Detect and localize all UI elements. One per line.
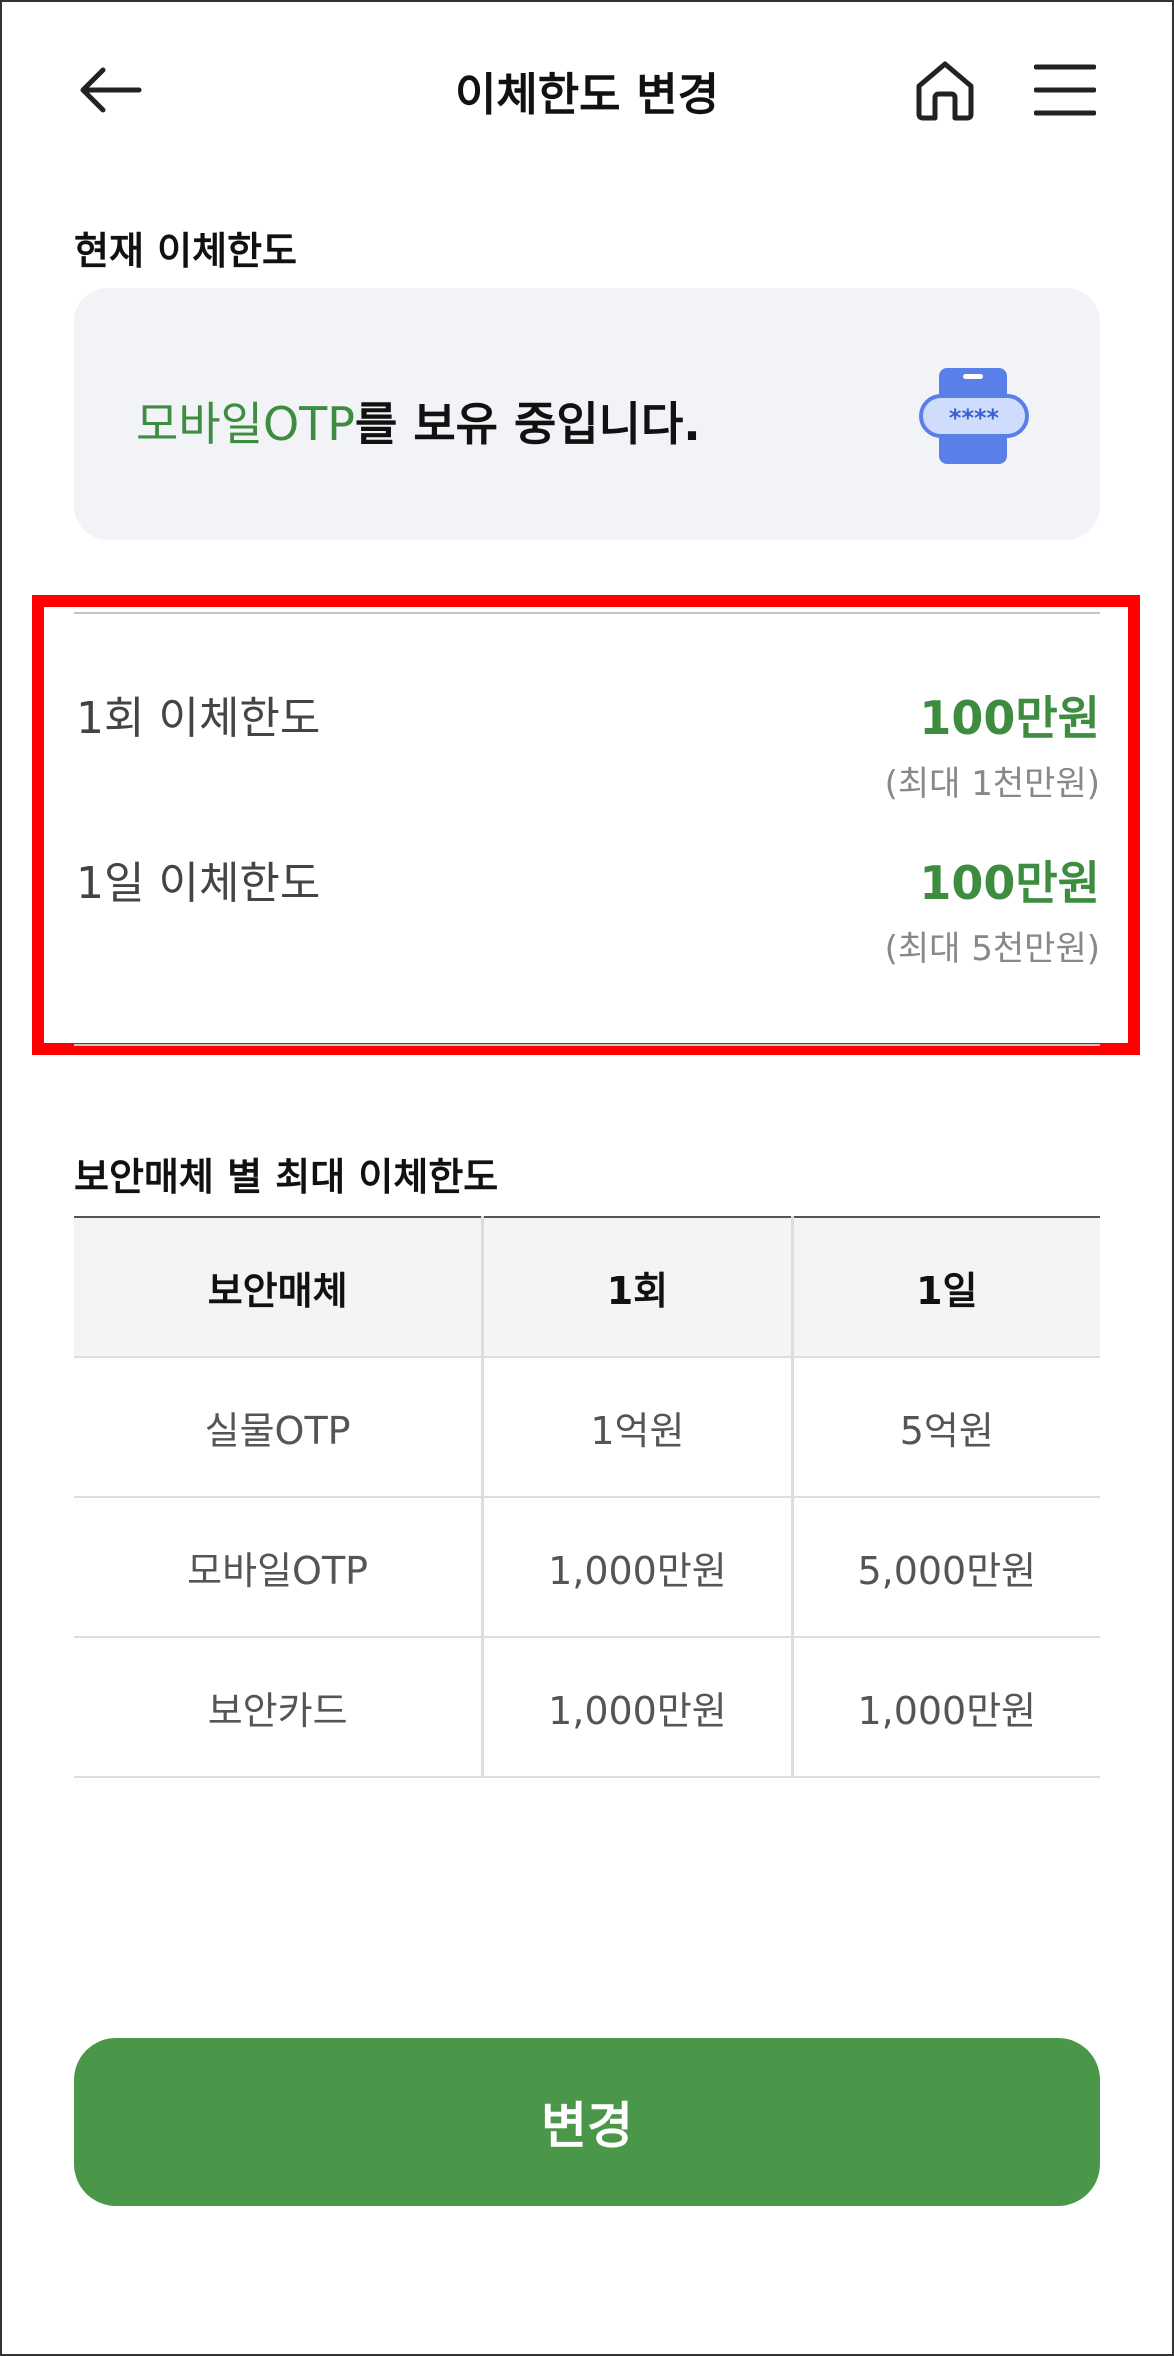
per-transfer-limit-value: 100만원 bbox=[919, 691, 1100, 745]
table-row: 보안카드 1,000만원 1,000만원 bbox=[74, 1637, 1100, 1778]
table-cell: 실물OTP bbox=[74, 1357, 483, 1498]
otp-type-highlight: 모바일OTP bbox=[136, 397, 356, 451]
page-title: 이체한도 변경 bbox=[454, 68, 720, 121]
table-cell: 5,000만원 bbox=[790, 1497, 1100, 1638]
menu-button[interactable] bbox=[1025, 50, 1105, 130]
table-cell: 보안카드 bbox=[74, 1637, 483, 1778]
table-row: 모바일OTP 1,000만원 5,000만원 bbox=[74, 1497, 1100, 1638]
table-cell: 1,000만원 bbox=[790, 1637, 1100, 1778]
media-table-heading: 보안매체 별 최대 이체한도 bbox=[74, 1155, 499, 1199]
home-button[interactable] bbox=[905, 50, 985, 130]
current-limit-heading: 현재 이체한도 bbox=[74, 229, 297, 273]
table-header-cell: 1일 bbox=[790, 1217, 1100, 1358]
mobile-otp-icon: **** bbox=[919, 368, 1029, 464]
svg-text:****: **** bbox=[949, 404, 1000, 432]
otp-status-suffix: 를 보유 중입니다. bbox=[355, 397, 701, 451]
table-cell: 1,000만원 bbox=[481, 1637, 793, 1778]
current-limit-list: 1회 이체한도 100만원 (최대 1천만원) 1일 이체한도 100만원 (최… bbox=[74, 612, 1100, 1046]
hamburger-menu-icon bbox=[1034, 64, 1096, 116]
otp-status-card: 모바일OTP를 보유 중입니다. **** bbox=[74, 288, 1100, 540]
daily-limit-value: 100만원 bbox=[919, 856, 1100, 910]
per-transfer-limit-label: 1회 이체한도 bbox=[76, 693, 321, 744]
daily-limit-label: 1일 이체한도 bbox=[76, 858, 321, 909]
per-transfer-limit-max: (최대 1천만원) bbox=[884, 764, 1100, 804]
table-header-row: 보안매체 1회 1일 bbox=[74, 1217, 1100, 1358]
table-cell: 5억원 bbox=[790, 1357, 1100, 1498]
table-header-cell: 보안매체 bbox=[74, 1217, 483, 1358]
table-cell: 모바일OTP bbox=[74, 1497, 483, 1638]
otp-status-text: 모바일OTP를 보유 중입니다. bbox=[136, 388, 701, 454]
table-cell: 1억원 bbox=[481, 1357, 793, 1498]
table-row: 실물OTP 1억원 5억원 bbox=[74, 1357, 1100, 1498]
daily-limit-max: (최대 5천만원) bbox=[884, 929, 1100, 969]
change-button[interactable]: 변경 bbox=[74, 2038, 1100, 2206]
table-cell: 1,000만원 bbox=[481, 1497, 793, 1638]
table-header-cell: 1회 bbox=[481, 1217, 793, 1358]
home-icon bbox=[916, 61, 974, 121]
header: 이체한도 변경 bbox=[0, 0, 1174, 175]
media-limit-table: 보안매체 1회 1일 실물OTP 1억원 5억원 모바일OTP 1,000만원 … bbox=[74, 1216, 1100, 1778]
